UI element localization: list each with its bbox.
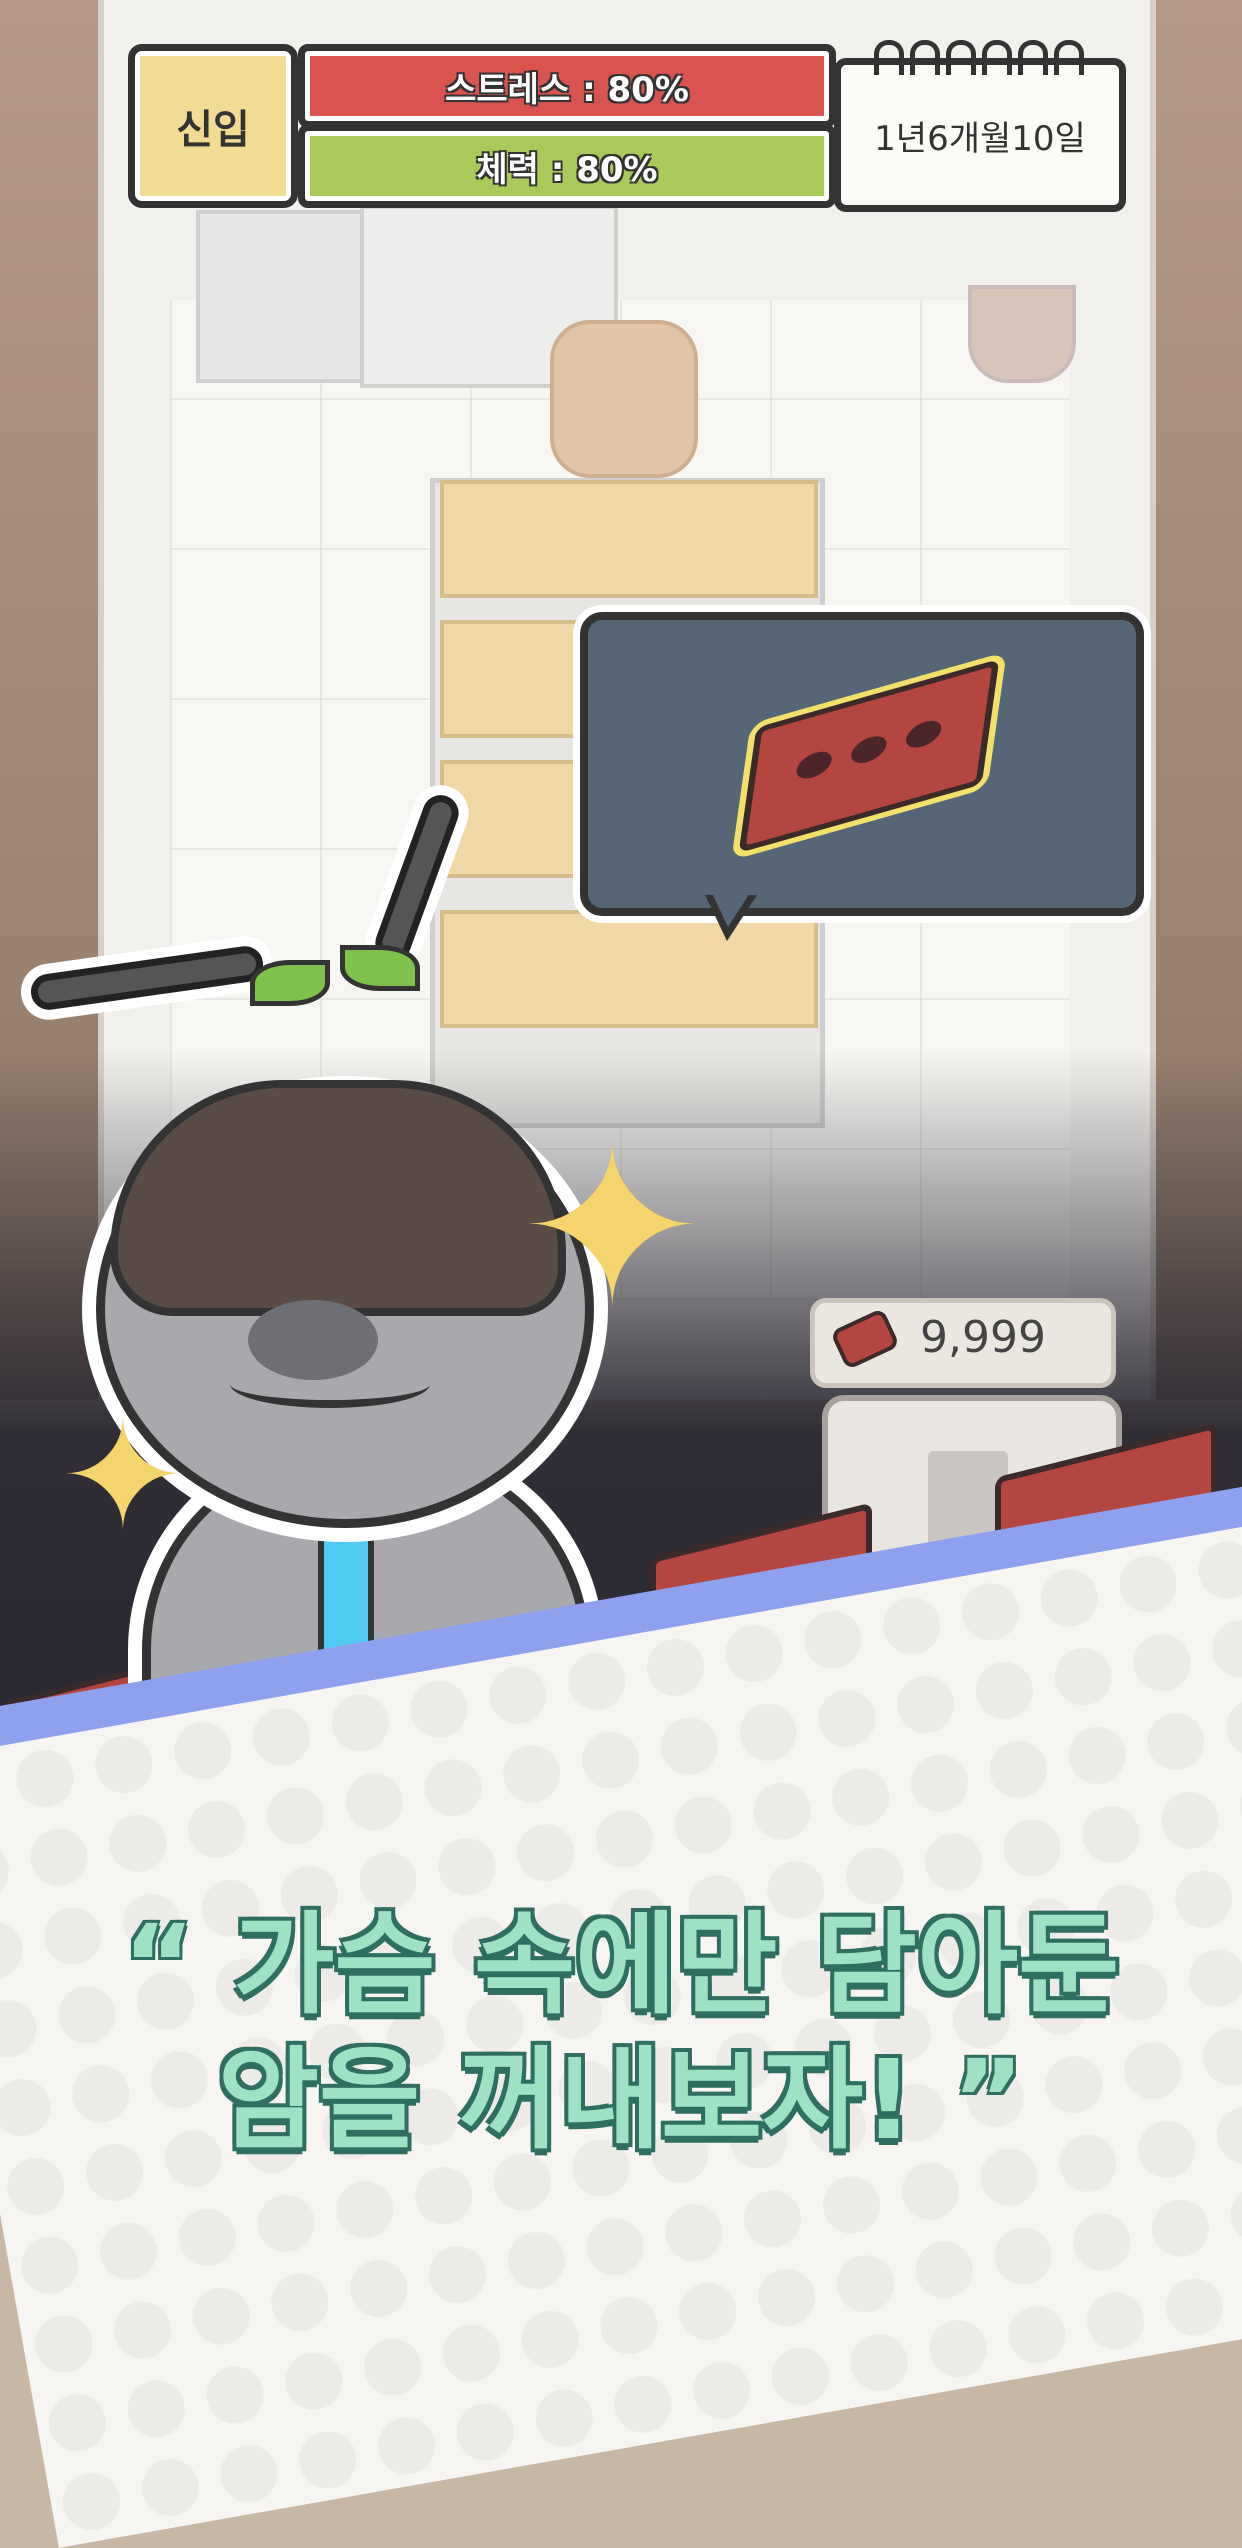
stress-bar: 스트레스 : 80% xyxy=(298,44,836,128)
stress-label: 스트레스 : 80% xyxy=(445,69,689,110)
calendar-ring-icon xyxy=(946,40,976,75)
rank-badge: 신입 xyxy=(128,44,298,208)
speech-bubble xyxy=(580,612,1144,916)
desk xyxy=(440,480,818,598)
copy-machine xyxy=(196,210,364,383)
speech-bubble-tail xyxy=(712,893,750,927)
plant-icon xyxy=(968,285,1076,383)
calendar-ring-icon xyxy=(910,40,940,75)
calendar-ring-icon xyxy=(874,40,904,75)
sparkle-icon: ✦ xyxy=(60,1390,186,1564)
date-label: 1년6개월10일 xyxy=(874,118,1086,159)
date-card: 1년6개월10일 xyxy=(834,58,1126,212)
character-mouth xyxy=(230,1360,430,1408)
desk xyxy=(440,910,818,1028)
currency-value: 9,999 xyxy=(920,1311,1046,1363)
close-quote: ” xyxy=(951,2036,1025,2164)
sparkle-icon: ✦ xyxy=(520,1100,705,1356)
calendar-ring-icon xyxy=(1018,40,1048,75)
sprout-icon xyxy=(340,945,420,991)
stamina-label: 체력 : 80% xyxy=(476,149,658,190)
character-hair xyxy=(110,1080,566,1316)
calendar-ring-icon xyxy=(982,40,1012,75)
slogan-text-2: 암을 꺼내보자! xyxy=(217,2036,914,2164)
stamina-bar: 체력 : 80% xyxy=(298,124,836,208)
office-chair xyxy=(550,320,698,478)
brick-icon xyxy=(738,658,1000,854)
slogan-line-2: 암을 꺼내보자! ” xyxy=(0,2010,1242,2170)
sprout-icon xyxy=(250,960,330,1006)
calendar-ring-icon xyxy=(1054,40,1084,75)
